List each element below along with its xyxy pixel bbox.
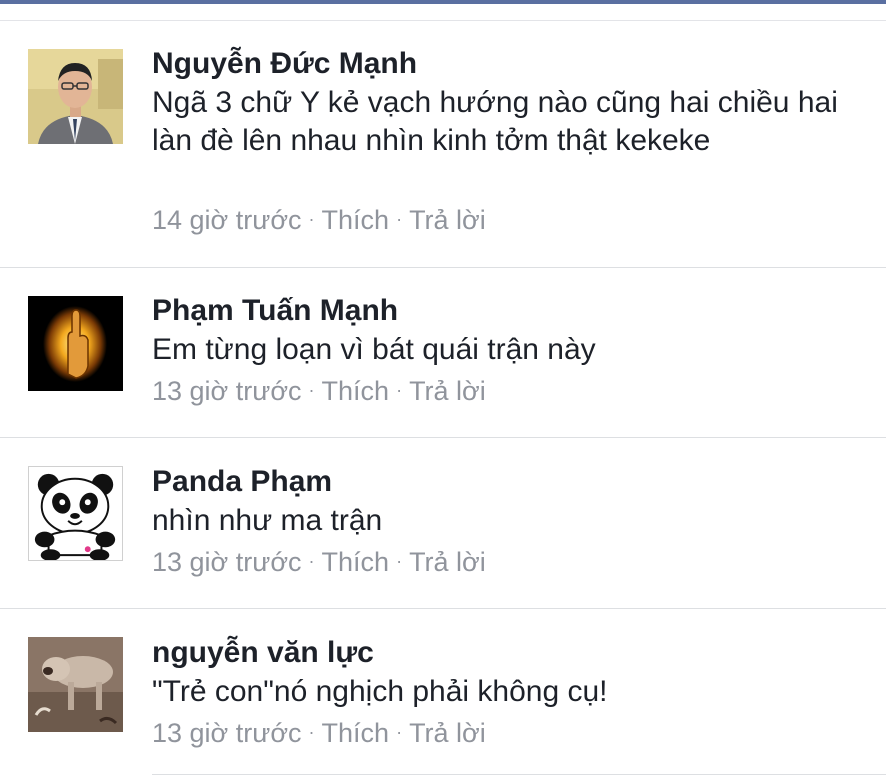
comment-author[interactable]: Phạm Tuấn Mạnh bbox=[152, 293, 398, 329]
comment-meta: 13 giờ trước · Thích · Trả lời bbox=[152, 374, 486, 410]
separator-dot: · bbox=[396, 379, 403, 400]
comment-meta: 14 giờ trước · Thích · Trả lời bbox=[152, 203, 486, 239]
separator-dot: · bbox=[308, 721, 315, 742]
comment-author[interactable]: Panda Phạm bbox=[152, 464, 332, 500]
panda-cartoon-icon bbox=[29, 467, 122, 560]
reply-link[interactable]: Trả lời bbox=[409, 718, 486, 748]
man-in-suit-photo-icon bbox=[28, 49, 123, 144]
comment-time[interactable]: 13 giờ trước bbox=[152, 718, 302, 748]
top-divider bbox=[0, 20, 886, 21]
comment-time[interactable]: 13 giờ trước bbox=[152, 547, 302, 577]
avatar[interactable] bbox=[28, 466, 123, 561]
top-bar bbox=[0, 0, 886, 4]
separator-dot: · bbox=[308, 208, 315, 229]
comment-text: "Trẻ con"nó nghịch phải không cụ! bbox=[152, 675, 608, 708]
comment-text: Ngã 3 chữ Y kẻ vạch hướng nào cũng hai c… bbox=[152, 86, 838, 157]
separator-dot: · bbox=[308, 379, 315, 400]
like-link[interactable]: Thích bbox=[322, 205, 390, 235]
comment-author[interactable]: Nguyễn Đức Mạnh bbox=[152, 46, 417, 82]
comment-text: Em từng loạn vì bát quái trận này bbox=[152, 333, 596, 366]
comment-time[interactable]: 14 giờ trước bbox=[152, 205, 302, 235]
like-link[interactable]: Thích bbox=[322, 376, 390, 406]
separator-dot: · bbox=[308, 550, 315, 571]
like-link[interactable]: Thích bbox=[322, 718, 390, 748]
separator-dot: · bbox=[396, 721, 403, 742]
reply-link[interactable]: Trả lời bbox=[409, 205, 486, 235]
comment-divider bbox=[0, 437, 886, 438]
separator-dot: · bbox=[396, 208, 403, 229]
comment-divider bbox=[152, 774, 886, 775]
avatar[interactable] bbox=[28, 296, 123, 391]
comment-author[interactable]: nguyễn văn lực bbox=[152, 635, 374, 671]
comment-time[interactable]: 13 giờ trước bbox=[152, 376, 302, 406]
comment-meta: 13 giờ trước · Thích · Trả lời bbox=[152, 716, 486, 752]
avatar[interactable] bbox=[28, 49, 123, 144]
comment-text: nhìn như ma trận bbox=[152, 504, 383, 537]
separator-dot: · bbox=[396, 550, 403, 571]
comment-divider bbox=[0, 267, 886, 268]
avatar[interactable] bbox=[28, 637, 123, 732]
comment-meta: 13 giờ trước · Thích · Trả lời bbox=[152, 545, 486, 581]
dog-photo-icon bbox=[28, 637, 123, 732]
flaming-hand-image-icon bbox=[28, 296, 123, 391]
like-link[interactable]: Thích bbox=[322, 547, 390, 577]
comment-divider bbox=[0, 608, 886, 609]
reply-link[interactable]: Trả lời bbox=[409, 376, 486, 406]
reply-link[interactable]: Trả lời bbox=[409, 547, 486, 577]
